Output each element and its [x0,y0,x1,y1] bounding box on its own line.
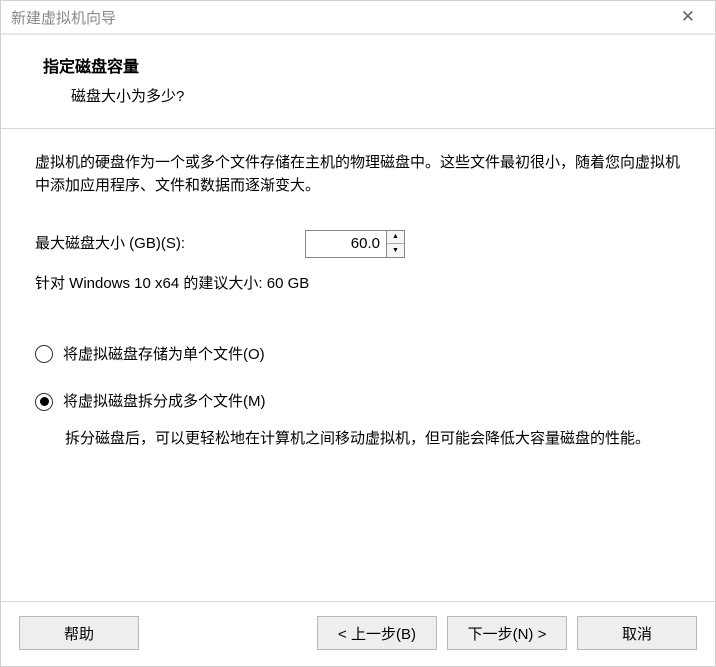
content-area: 虚拟机的硬盘作为一个或多个文件存储在主机的物理磁盘中。这些文件最初很小，随着您向… [1,129,715,601]
spinner-up-icon[interactable]: ▲ [387,231,404,245]
cancel-button[interactable]: 取消 [577,616,697,650]
radio-icon [35,345,53,363]
split-description-text: 拆分磁盘后，可以更轻松地在计算机之间移动虚拟机，但可能会降低大容量磁盘的性能。 [65,427,681,450]
page-subtitle: 磁盘大小为多少? [71,85,685,106]
header-area: 指定磁盘容量 磁盘大小为多少? [1,35,715,129]
disk-size-input[interactable] [305,230,387,258]
page-title: 指定磁盘容量 [43,53,685,77]
help-button[interactable]: 帮助 [19,616,139,650]
radio-icon [35,393,53,411]
window-title: 新建虚拟机向导 [11,7,116,28]
disk-size-row: 最大磁盘大小 (GB)(S): ▲ ▼ [35,230,681,258]
radio-single-label: 将虚拟磁盘存储为单个文件(O) [63,343,265,366]
disk-size-spinner: ▲ ▼ [305,230,405,258]
radio-single-file[interactable]: 将虚拟磁盘存储为单个文件(O) [35,343,681,366]
recommended-size-text: 针对 Windows 10 x64 的建议大小: 60 GB [35,272,681,295]
spinner-down-icon[interactable]: ▼ [387,244,404,257]
next-button[interactable]: 下一步(N) > [447,616,567,650]
description-text: 虚拟机的硬盘作为一个或多个文件存储在主机的物理磁盘中。这些文件最初很小，随着您向… [35,151,681,198]
close-icon[interactable]: ✕ [673,3,703,31]
footer: 帮助 < 上一步(B) 下一步(N) > 取消 [1,601,715,666]
back-button[interactable]: < 上一步(B) [317,616,437,650]
wizard-window: 新建虚拟机向导 ✕ 指定磁盘容量 磁盘大小为多少? 虚拟机的硬盘作为一个或多个文… [0,0,716,667]
spinner-buttons: ▲ ▼ [387,230,405,258]
radio-split-label: 将虚拟磁盘拆分成多个文件(M) [63,390,266,413]
radio-split-files[interactable]: 将虚拟磁盘拆分成多个文件(M) [35,390,681,413]
disk-size-label: 最大磁盘大小 (GB)(S): [35,232,305,255]
titlebar: 新建虚拟机向导 ✕ [1,1,715,35]
radio-selected-dot [40,397,49,406]
